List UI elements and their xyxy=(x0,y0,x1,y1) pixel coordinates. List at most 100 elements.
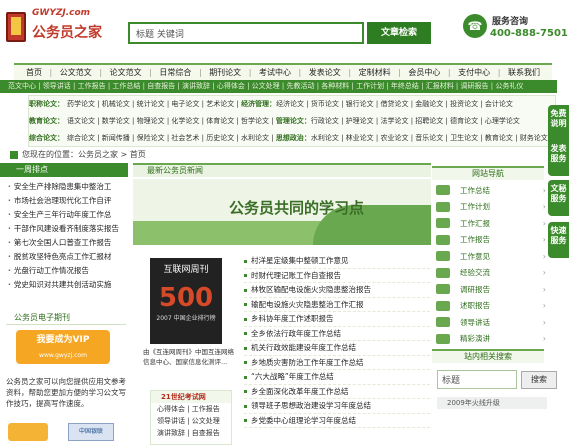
banner: 公务员共同的学习点 xyxy=(133,179,431,245)
center-head: 最新公务员新闻 xyxy=(133,163,431,177)
news-item[interactable]: 乡党委中心组理论学习年度总结 xyxy=(244,414,430,428)
unionpay-icon[interactable]: 中国银联 xyxy=(68,423,114,441)
vip-sub: www.gwyzj.com xyxy=(39,352,87,359)
nav-pay[interactable]: 支付中心 xyxy=(458,67,490,78)
page-root: GWYZJ.com 公务员之家 文章检索 ☎ 服务咨询 400-888-7501… xyxy=(0,0,569,445)
tab-fast[interactable]: 快速服务 xyxy=(548,222,569,258)
list-item[interactable]: 安全生产排除隐患集中整治工 xyxy=(0,180,128,194)
logo-en: GWYZJ.com xyxy=(32,8,91,18)
breadcrumb-text[interactable]: 您现在的位置：公务员之家 > 首页 xyxy=(22,150,146,159)
tab-publish[interactable]: 发表服务 xyxy=(548,140,569,176)
news-item[interactable]: 时财代理记账工作自查报告 xyxy=(244,269,430,283)
banner-text: 公务员共同的学习点 xyxy=(229,199,365,217)
search-button[interactable]: 文章检索 xyxy=(367,22,431,44)
mag-sub: 2007 中国企业排行榜 xyxy=(156,315,216,322)
list-item[interactable]: 市场社会治理现代化工作自评 xyxy=(0,194,128,208)
site-search-button[interactable]: 搜索 xyxy=(521,371,557,389)
arrow-icon: › xyxy=(542,218,546,228)
list-item[interactable]: 脱贫攻坚特色亮点工作汇报材 xyxy=(0,250,128,264)
site-nav-item[interactable]: 工作总结 › xyxy=(436,182,546,199)
site-search-head: 站内相关搜索 xyxy=(432,349,544,363)
list-item[interactable]: 第七次全国人口普查工作报告 xyxy=(0,236,128,250)
sub-nav[interactable]: 范文中心 | 领导讲话 | 工作报告 | 工作总结 | 自查报告 | 演讲致辞 … xyxy=(0,80,557,93)
book-icon xyxy=(436,300,450,311)
site-nav-item[interactable]: 调研报告 › xyxy=(436,281,546,298)
left-paragraph: 公务员之家可以向您提供应用文参考资料，帮助您更加方便的学习公文写作技巧，提高写作… xyxy=(6,377,126,408)
logo-book-icon xyxy=(6,12,26,42)
site-logo[interactable]: GWYZJ.com 公务员之家 xyxy=(6,8,102,44)
vip-button[interactable]: 我要成为VIP www.gwyzj.com xyxy=(16,330,110,364)
site-search-input[interactable] xyxy=(437,370,517,389)
tab-secretary[interactable]: 文秘服务 xyxy=(548,180,569,216)
site-nav-item[interactable]: 工作汇报 › xyxy=(436,215,546,232)
site-nav-item[interactable]: 工作报告 › xyxy=(436,232,546,249)
nav-publish[interactable]: 发表论文 xyxy=(309,67,341,78)
search-input[interactable] xyxy=(128,22,364,44)
site-nav-item[interactable]: 工作计划 › xyxy=(436,199,546,216)
nav-gongwen[interactable]: 公文范文 xyxy=(60,67,92,78)
nav-journal[interactable]: 期刊论文 xyxy=(209,67,241,78)
news-item[interactable]: 全乡依法行政年度工作总结 xyxy=(244,327,430,341)
exam-row[interactable]: 心得体会 | 工作报告 xyxy=(151,403,231,415)
mag-title: 互联网周刊 xyxy=(163,265,209,275)
arrow-icon: › xyxy=(542,268,546,278)
category-links[interactable]: 经济论文 | 货币论文 | 银行论文 | 借贷论文 | 金融论文 | 投资论文 … xyxy=(276,100,513,108)
category-row[interactable]: 职称论文： 药学论文 | 机械论文 | 统计论文 | 电子论文 | 艺术论文 | … xyxy=(29,96,513,113)
category-row[interactable]: 综合论文： 综合论文 | 新闻传播 | 保险论文 | 社会艺术 | 历史论文 | … xyxy=(29,130,548,147)
category-mid: 管理论文： xyxy=(275,117,311,125)
category-links[interactable]: 水利论文 | 林业论文 | 农业论文 | 音乐论文 | 卫生论文 | 教育论文 … xyxy=(311,134,548,142)
magazine-cover[interactable]: 互联网周刊 500 2007 中国企业排行榜 xyxy=(150,258,222,344)
news-item[interactable]: 乡全面深化改革年度工作总结 xyxy=(244,385,430,399)
exam-row[interactable]: 领导讲话 | 公文处理 xyxy=(151,415,231,427)
site-nav-item[interactable]: 述职报告 › xyxy=(436,298,546,315)
list-item[interactable]: 干部作风建设看齐制度落实报告 xyxy=(0,222,128,236)
category-links[interactable]: 行政论文 | 护理论文 | 法学论文 | 招聘论文 | 德育论文 | 心理学论文 xyxy=(311,117,520,125)
arrow-icon: › xyxy=(542,235,546,245)
book-icon xyxy=(436,201,450,212)
exam-head: 21世纪考试网 xyxy=(151,391,231,403)
news-item[interactable]: 乡科协年度工作述职报告 xyxy=(244,312,430,327)
list-item[interactable]: 安全生产三年行动年度工作总 xyxy=(0,208,128,222)
list-item[interactable]: 党史知识对共建共创活动实施 xyxy=(0,278,128,292)
arrow-icon: › xyxy=(542,202,546,212)
site-nav-item[interactable]: 领导讲话 › xyxy=(436,314,546,331)
news-item[interactable]: 林牧区输配电设施火灾隐患整治报告 xyxy=(244,283,430,298)
breadcrumb: 您现在的位置：公务员之家 > 首页 xyxy=(10,149,146,160)
nav-home[interactable]: 首页 xyxy=(26,67,42,78)
exam-box: 21世纪考试网 心得体会 | 工作报告 领导讲话 | 公文处理 演讲致辞 | 自… xyxy=(150,390,232,445)
home-icon xyxy=(10,150,18,159)
arrow-icon: › xyxy=(542,251,546,261)
arrow-icon: › xyxy=(542,284,546,294)
service-title: 服务咨询 xyxy=(492,17,529,27)
category-mid: 经济管理： xyxy=(241,100,277,108)
nav-lunwen[interactable]: 论文范文 xyxy=(110,67,142,78)
nav-custom[interactable]: 定制材料 xyxy=(359,67,391,78)
alipay-icon[interactable] xyxy=(8,423,48,441)
news-item[interactable]: 输配电设施火灾隐患整治工作汇报 xyxy=(244,298,430,312)
magazine-caption: 由《互连网周刊》中国互连网络信息中心、国家信息化测评... xyxy=(143,348,234,366)
category-block: 职称论文： 药学论文 | 机械论文 | 统计论文 | 电子论文 | 艺术论文 | … xyxy=(28,95,556,147)
nav-contact[interactable]: 联系我们 xyxy=(508,67,540,78)
news-item[interactable]: 领导班子思想政治建设学习年度总结 xyxy=(244,399,430,414)
site-nav-list: 工作总结 › 工作计划 › 工作汇报 › 工作报告 › 工作意见 › 经验交流 › 调研报告… xyxy=(436,182,546,347)
arrow-icon: › xyxy=(542,301,546,311)
category-row[interactable]: 教育论文： 语文论文 | 数学论文 | 物理论文 | 化学论文 | 体育论文 | … xyxy=(29,113,520,130)
site-nav-item[interactable]: 经验交流 › xyxy=(436,265,546,282)
news-item[interactable]: “六大战略”年度工作总结 xyxy=(244,370,430,385)
news-item[interactable]: 机关行政效能建设年度工作总结 xyxy=(244,341,430,356)
left-list: 安全生产排除隐患集中整治工 市场社会治理现代化工作自评 安全生产三年行动年度工作… xyxy=(0,180,128,292)
nav-exam[interactable]: 考试中心 xyxy=(259,67,291,78)
exam-row[interactable]: 演讲致辞 | 自查报告 xyxy=(151,427,231,439)
category-links[interactable]: 综合论文 | 新闻传播 | 保险论文 | 社会艺术 | 历史论文 | 水利论文 … xyxy=(67,134,274,142)
vip-text: 我要成为VIP xyxy=(36,335,90,345)
nav-member[interactable]: 会员中心 xyxy=(408,67,440,78)
nav-daily[interactable]: 日常综合 xyxy=(159,67,191,78)
category-links[interactable]: 语文论文 | 数学论文 | 物理论文 | 化学论文 | 体育论文 | 哲学论文 … xyxy=(67,117,274,125)
site-nav-item[interactable]: 工作意见 › xyxy=(436,248,546,265)
news-item[interactable]: 乡地质灾害防治工作年度工作总结 xyxy=(244,356,430,370)
list-item[interactable]: 光盘行动工作情况报告 xyxy=(0,264,128,278)
category-links[interactable]: 药学论文 | 机械论文 | 统计论文 | 电子论文 | 艺术论文 | xyxy=(67,100,239,108)
right-head: 网站导航 xyxy=(432,166,544,180)
news-item[interactable]: 村洋星定级集中整顿工作意见 xyxy=(244,254,430,269)
site-nav-item[interactable]: 精彩演讲 › xyxy=(436,331,546,348)
